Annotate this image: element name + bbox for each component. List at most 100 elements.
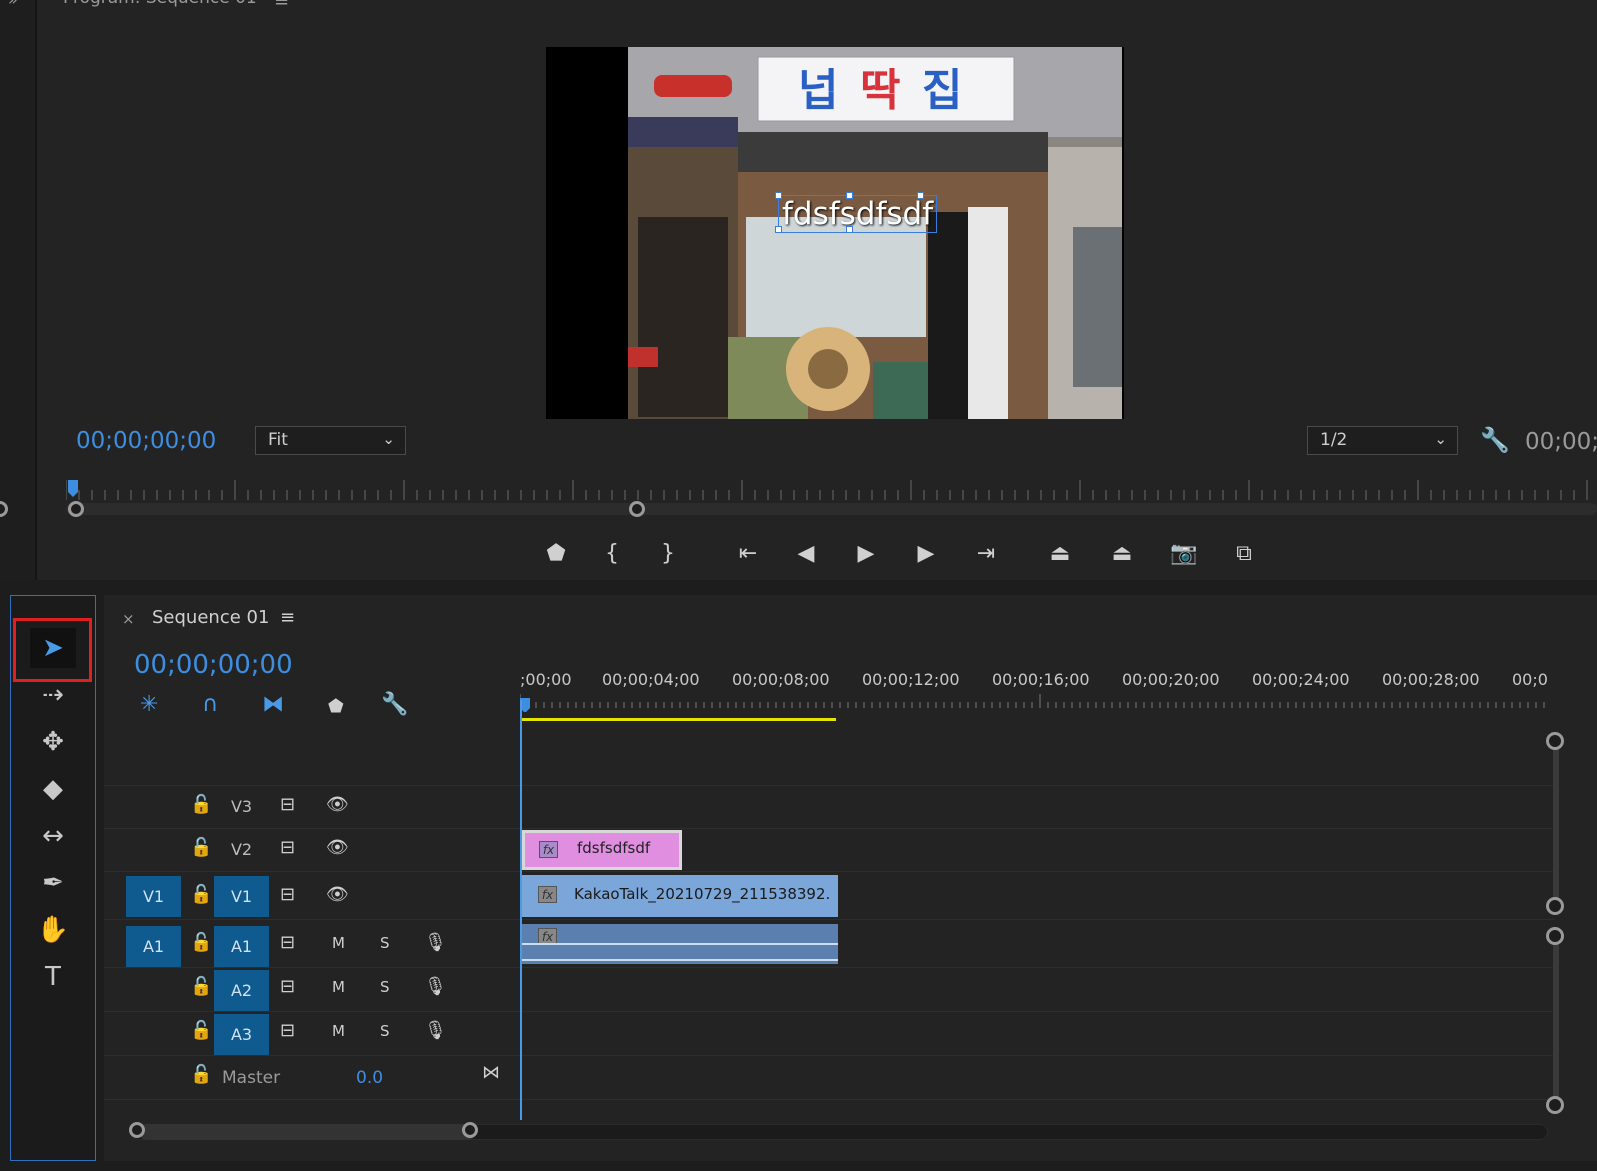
step-back-icon[interactable]: ◀ <box>786 536 826 572</box>
razor-tool-icon[interactable]: ◆ <box>30 769 76 809</box>
lock-icon[interactable]: 🔓 <box>190 1020 212 1041</box>
sync-lock-icon[interactable]: ⊟ <box>280 932 295 953</box>
eye-icon[interactable]: 👁 <box>326 884 349 905</box>
mute-button[interactable]: M <box>332 1022 345 1040</box>
source-patch-v1[interactable]: V1 <box>126 876 181 917</box>
transform-handle[interactable] <box>846 192 853 199</box>
microphone-icon[interactable]: 🎙 <box>424 976 447 997</box>
track-target-a3[interactable]: A3 <box>214 1014 269 1055</box>
transform-handle[interactable] <box>775 226 782 233</box>
svg-text:딱: 딱 <box>860 65 900 116</box>
zoom-scroll-handle-left[interactable] <box>68 501 84 517</box>
solo-button[interactable]: S <box>380 978 390 996</box>
snap-magnet-icon[interactable]: ∩ <box>202 692 218 717</box>
mute-button[interactable]: M <box>332 934 345 952</box>
track-select-tool-icon[interactable]: ⇢ <box>30 675 76 715</box>
playhead-line[interactable] <box>520 700 522 1120</box>
close-icon[interactable]: × <box>122 610 135 628</box>
sequence-menu-icon[interactable]: ≡ <box>280 607 295 628</box>
ripple-edit-tool-icon[interactable]: ✥ <box>30 722 76 762</box>
microphone-icon[interactable]: 🎙 <box>424 1020 447 1041</box>
scroll-handle[interactable] <box>1546 927 1564 945</box>
lock-icon[interactable]: 🔓 <box>190 884 212 905</box>
sync-lock-icon[interactable]: ⊟ <box>280 1020 295 1041</box>
track-name-v3[interactable]: V3 <box>214 786 269 827</box>
playback-resolution-select[interactable]: 1/2 ⌄ <box>1307 426 1458 455</box>
bowtie-icon[interactable]: ⋈ <box>482 1062 500 1083</box>
track-target-a1[interactable]: A1 <box>214 926 269 967</box>
scroll-handle[interactable] <box>1546 1096 1564 1114</box>
program-panel-title[interactable]: Program: Sequence 01 <box>63 0 257 8</box>
zoom-level-select[interactable]: Fit ⌄ <box>255 426 406 455</box>
scroll-handle-left[interactable] <box>129 1122 145 1138</box>
source-patch-a1[interactable]: A1 <box>126 926 181 967</box>
settings-wrench-icon[interactable]: 🔧 <box>1480 426 1510 454</box>
nest-sequence-icon[interactable]: ✳ <box>140 692 158 717</box>
linked-selection-icon[interactable]: ⧓ <box>262 692 284 717</box>
track-name-v2[interactable]: V2 <box>214 829 269 870</box>
eye-icon[interactable]: 👁 <box>326 837 349 858</box>
scroll-handle[interactable] <box>1546 897 1564 915</box>
eye-icon[interactable]: 👁 <box>326 794 349 815</box>
track-target-v1[interactable]: V1 <box>214 876 269 917</box>
export-frame-icon[interactable]: 📷 <box>1164 536 1204 572</box>
transform-handle[interactable] <box>917 192 924 199</box>
mark-in-icon[interactable]: { <box>592 536 632 572</box>
sync-lock-icon[interactable]: ⊟ <box>280 976 295 997</box>
extract-icon[interactable]: ⏏ <box>1102 536 1142 572</box>
lock-icon[interactable]: 🔓 <box>190 976 212 997</box>
microphone-icon[interactable]: 🎙 <box>424 932 447 953</box>
step-forward-icon[interactable]: ▶ <box>906 536 946 572</box>
timeline-settings-wrench-icon[interactable]: 🔧 <box>381 692 408 717</box>
add-marker-icon[interactable]: ⬟ <box>536 536 576 572</box>
solo-button[interactable]: S <box>380 1022 390 1040</box>
selection-tool-icon[interactable]: ➤ <box>30 628 76 668</box>
program-panel-menu-icon[interactable]: ≡ <box>274 0 289 11</box>
collapse-arrows-icon[interactable]: » <box>8 0 18 9</box>
video-tracks-scrollbar[interactable] <box>1553 740 1559 904</box>
lock-icon[interactable]: 🔓 <box>190 837 212 858</box>
button-editor-icon[interactable]: ⧉ <box>1224 536 1264 572</box>
transform-handle[interactable] <box>775 192 782 199</box>
pen-tool-icon[interactable]: ✒ <box>30 863 76 903</box>
track-target-a2[interactable]: A2 <box>214 970 269 1011</box>
lock-icon[interactable]: 🔓 <box>190 932 212 953</box>
play-icon[interactable]: ▶ <box>846 536 886 572</box>
sync-lock-icon[interactable]: ⊟ <box>280 884 295 905</box>
timeline-timecode[interactable]: 00;00;00;00 <box>134 650 293 680</box>
video-clip[interactable]: fx KakaoTalk_20210729_211538392. <box>522 875 838 917</box>
hand-tool-icon[interactable]: ✋ <box>30 910 76 950</box>
go-to-in-icon[interactable]: ⇤ <box>728 536 768 572</box>
program-video-frame[interactable]: 넙 딱 집 fdsfsdfsdf <box>546 47 1124 419</box>
lock-icon[interactable]: 🔓 <box>190 794 212 815</box>
go-to-out-icon[interactable]: ⇥ <box>966 536 1006 572</box>
sync-lock-icon[interactable]: ⊟ <box>280 837 295 858</box>
scroll-handle-right[interactable] <box>462 1122 478 1138</box>
title-clip[interactable]: fx fdsfsdfsdf <box>522 830 682 870</box>
transform-handle[interactable] <box>846 226 853 233</box>
zoom-scroll-handle-right[interactable] <box>629 501 645 517</box>
scroll-handle[interactable] <box>1546 732 1564 750</box>
audio-clip[interactable]: fx <box>522 924 838 964</box>
ruler-label: 00;00;20;00 <box>1122 670 1220 689</box>
timeline-time-ruler[interactable]: ;00;00 00;00;04;00 00;00;08;00 00;00;12;00 0… <box>520 668 1550 712</box>
audio-waveform <box>522 943 838 961</box>
mute-button[interactable]: M <box>332 978 345 996</box>
program-playhead-timecode[interactable]: 00;00;00;00 <box>76 428 216 454</box>
solo-button[interactable]: S <box>380 934 390 952</box>
lock-icon[interactable]: 🔓 <box>190 1064 212 1085</box>
add-marker-icon[interactable]: ⬟ <box>328 696 344 717</box>
slip-tool-icon[interactable]: ↔ <box>30 816 76 856</box>
program-zoom-scrollbar[interactable] <box>66 503 1597 515</box>
ruler-label: ;00;00 <box>520 670 572 689</box>
sequence-tab[interactable]: Sequence 01 <box>152 607 269 628</box>
title-text-overlay[interactable]: fdsfsdfsdf <box>778 195 938 233</box>
master-volume-value[interactable]: 0.0 <box>356 1068 383 1088</box>
audio-tracks-scrollbar[interactable] <box>1553 935 1559 1105</box>
sync-lock-icon[interactable]: ⊟ <box>280 794 295 815</box>
timeline-scroll-thumb[interactable] <box>139 1124 476 1140</box>
program-time-ruler[interactable] <box>66 480 1597 502</box>
lift-icon[interactable]: ⏏ <box>1040 536 1080 572</box>
mark-out-icon[interactable]: } <box>648 536 688 572</box>
type-tool-icon[interactable]: T <box>30 957 76 997</box>
